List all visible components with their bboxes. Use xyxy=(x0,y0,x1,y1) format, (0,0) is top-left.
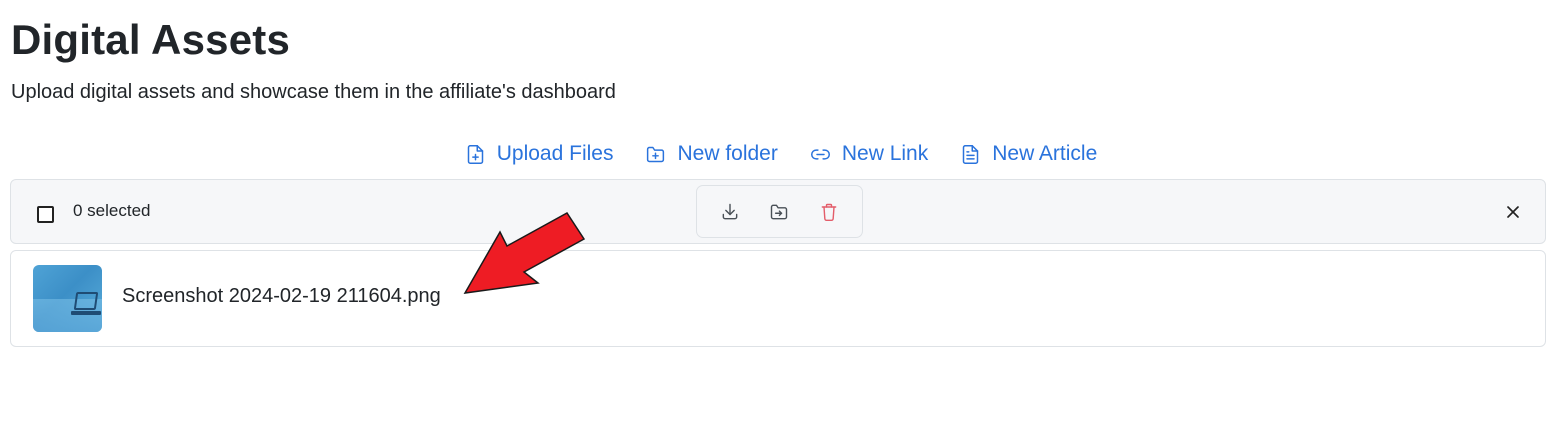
new-folder-button[interactable]: New folder xyxy=(645,140,778,168)
trash-icon xyxy=(821,203,837,221)
upload-files-button[interactable]: Upload Files xyxy=(465,140,614,168)
file-row[interactable]: Screenshot 2024-02-19 211604.png xyxy=(10,250,1546,347)
page-subtitle: Upload digital assets and showcase them … xyxy=(11,81,616,103)
selection-toolbar: 0 selected xyxy=(10,179,1546,244)
folder-plus-icon xyxy=(647,146,665,162)
page-title: Digital Assets xyxy=(11,16,290,63)
file-name[interactable]: Screenshot 2024-02-19 211604.png xyxy=(122,285,441,308)
image-thumbnail[interactable] xyxy=(33,265,102,332)
select-all-checkbox[interactable] xyxy=(37,206,54,223)
file-plus-icon xyxy=(467,144,483,164)
folder-move-icon xyxy=(771,204,788,219)
laptop-graphic xyxy=(73,292,99,310)
move-to-folder-button[interactable] xyxy=(760,193,798,231)
download-button[interactable] xyxy=(711,193,749,231)
new-link-label: New Link xyxy=(841,142,929,165)
clear-selection-button[interactable] xyxy=(1503,202,1523,222)
new-article-button[interactable]: New Article xyxy=(960,140,1097,168)
new-folder-label: New folder xyxy=(677,142,778,165)
upload-files-label: Upload Files xyxy=(496,142,614,165)
delete-button[interactable] xyxy=(810,193,848,231)
close-icon xyxy=(1507,206,1519,218)
bulk-actions-group xyxy=(696,185,863,238)
selected-count: 0 selected xyxy=(73,201,151,220)
new-link-button[interactable]: New Link xyxy=(810,140,928,168)
download-icon xyxy=(722,203,738,219)
file-text-icon xyxy=(962,144,979,164)
link-icon xyxy=(810,148,830,160)
new-article-label: New Article xyxy=(992,142,1098,165)
laptop-base-graphic xyxy=(71,311,101,315)
asset-actions-bar: Upload Files New folder New Link New Art… xyxy=(0,140,1556,168)
